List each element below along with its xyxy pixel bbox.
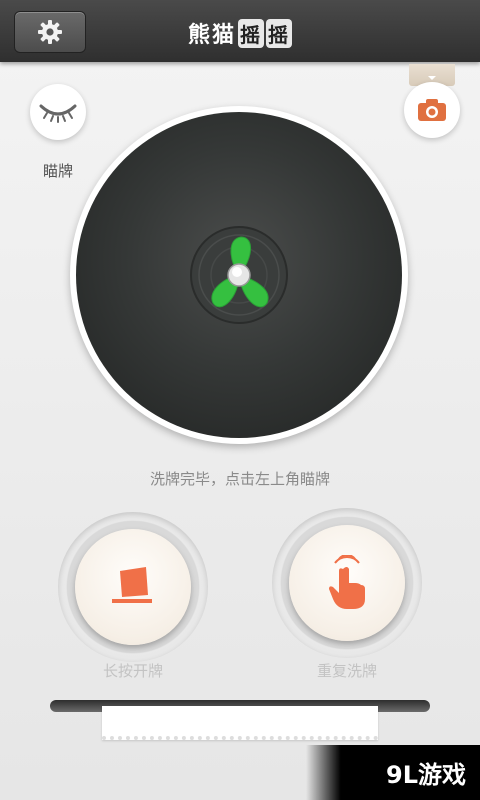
reshuffle-ring bbox=[272, 508, 422, 658]
app-title-box-2: 摇 bbox=[266, 19, 292, 48]
top-bar: 熊猫摇摇 bbox=[0, 0, 480, 62]
fan-icon bbox=[189, 225, 289, 325]
reshuffle-label: 重复洗牌 bbox=[316, 662, 377, 680]
status-message: 洗牌完毕，点击左上角瞄牌 bbox=[149, 470, 330, 488]
open-cards-ring bbox=[58, 512, 208, 662]
shake-dial[interactable] bbox=[70, 106, 408, 444]
closed-eye-icon bbox=[39, 104, 77, 123]
open-cards-label: 长按开牌 bbox=[102, 662, 163, 680]
peek-label: 瞄牌 bbox=[42, 162, 73, 180]
app-title-box-1: 摇 bbox=[238, 19, 264, 48]
card-slot-ticket bbox=[102, 706, 378, 740]
open-cards-button[interactable] bbox=[75, 529, 191, 645]
card-icon bbox=[112, 567, 152, 603]
watermark-logo: 9L游戏 bbox=[306, 745, 480, 800]
reshuffle-button[interactable] bbox=[289, 525, 405, 641]
camera-icon bbox=[418, 99, 446, 121]
dial-surface bbox=[76, 112, 402, 438]
peek-button[interactable] bbox=[30, 84, 86, 140]
camera-button[interactable] bbox=[404, 82, 460, 138]
app-title-plain: 熊猫 bbox=[187, 23, 236, 48]
hand-tap-icon bbox=[329, 555, 365, 609]
watermark-text: 9L游戏 bbox=[386, 761, 466, 789]
app-title: 熊猫摇摇 bbox=[0, 17, 480, 49]
